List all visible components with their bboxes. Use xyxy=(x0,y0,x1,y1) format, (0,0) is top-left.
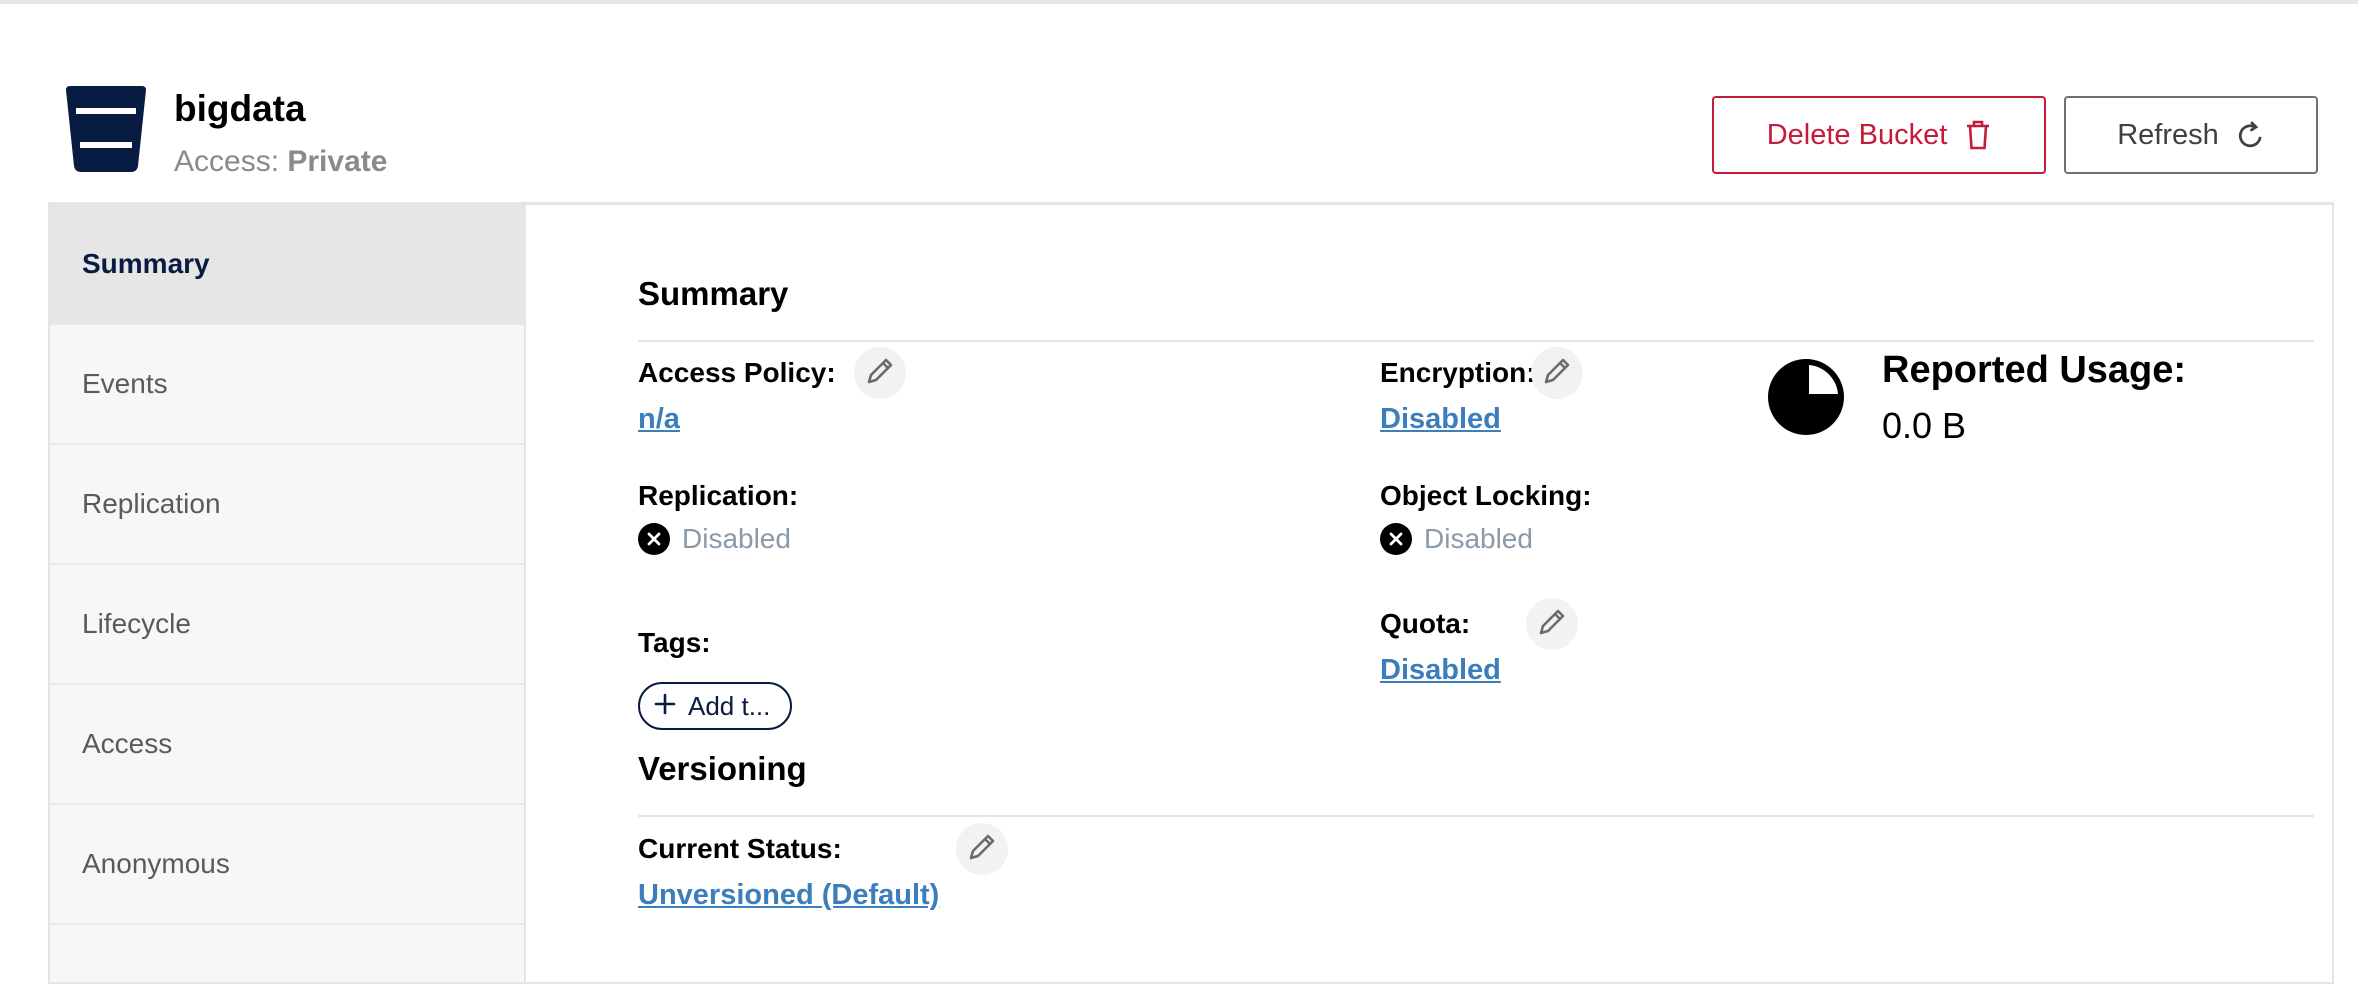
object-locking-label: Object Locking: xyxy=(1380,480,1592,511)
summary-section-title: Summary xyxy=(638,275,789,312)
sidebar-item-summary[interactable]: Summary xyxy=(50,205,524,325)
sidebar-item-label: Replication xyxy=(82,488,221,519)
sidebar-item-replication[interactable]: Replication xyxy=(50,445,524,565)
summary-divider xyxy=(638,340,2314,342)
object-locking-status: Disabled xyxy=(1380,523,1533,555)
x-circle-icon xyxy=(638,523,670,555)
sidebar-item-label: Lifecycle xyxy=(82,608,191,639)
sidebar-item-label: Anonymous xyxy=(82,848,230,879)
refresh-label: Refresh xyxy=(2117,118,2219,151)
delete-bucket-button[interactable]: Delete Bucket xyxy=(1712,96,2046,174)
encryption-label: Encryption: xyxy=(1380,357,1536,388)
bucket-icon xyxy=(62,86,150,172)
access-policy-label: Access Policy: xyxy=(638,357,836,388)
bucket-access-level: Access: Private xyxy=(174,145,387,179)
sidebar-item-label: Events xyxy=(82,368,168,399)
sidebar-item-anonymous[interactable]: Anonymous xyxy=(50,805,524,925)
access-policy-link[interactable]: n/a xyxy=(638,403,680,436)
quota-label: Quota: xyxy=(1380,608,1471,639)
pencil-icon xyxy=(967,832,997,867)
refresh-button[interactable]: Refresh xyxy=(2064,96,2318,174)
versioning-divider xyxy=(638,815,2314,817)
quota-link[interactable]: Disabled xyxy=(1380,654,1501,687)
edit-access-policy-button[interactable] xyxy=(854,347,906,399)
encryption-link[interactable]: Disabled xyxy=(1380,403,1501,436)
replication-status: Disabled xyxy=(638,523,791,555)
pencil-icon xyxy=(1542,356,1572,391)
refresh-icon xyxy=(2237,120,2265,150)
bucket-sidebar: Summary Events Replication Lifecycle Acc… xyxy=(50,205,526,982)
delete-bucket-label: Delete Bucket xyxy=(1766,118,1948,151)
versioning-section-title: Versioning xyxy=(638,750,807,787)
add-tag-label: Add t... xyxy=(688,690,771,721)
plus-icon xyxy=(654,691,676,722)
trash-icon xyxy=(1965,120,1991,150)
sidebar-item-lifecycle[interactable]: Lifecycle xyxy=(50,565,524,685)
pencil-icon xyxy=(1537,607,1567,642)
pencil-icon xyxy=(865,356,895,391)
access-prefix: Access: xyxy=(174,145,288,178)
top-divider xyxy=(0,0,2358,4)
access-value: Private xyxy=(287,145,388,178)
edit-versioning-button[interactable] xyxy=(956,823,1008,875)
current-status-label: Current Status: xyxy=(638,833,842,864)
edit-quota-button[interactable] xyxy=(1526,598,1578,650)
reported-usage-value: 0.0 B xyxy=(1882,405,1967,446)
x-circle-icon xyxy=(1380,523,1412,555)
reported-usage-title: Reported Usage: xyxy=(1882,349,2187,391)
replication-label: Replication: xyxy=(638,480,799,511)
summary-content: Summary Access Policy: n/a Encryption: D… xyxy=(528,205,2332,982)
sidebar-item-access[interactable]: Access xyxy=(50,685,524,805)
bucket-details-panel: Summary Events Replication Lifecycle Acc… xyxy=(48,202,2334,984)
current-status-link[interactable]: Unversioned (Default) xyxy=(638,879,939,912)
sidebar-item-label: Access xyxy=(82,728,173,759)
pie-chart-icon xyxy=(1768,359,1844,440)
object-locking-value: Disabled xyxy=(1424,523,1533,554)
edit-encryption-button[interactable] xyxy=(1531,347,1583,399)
tags-label: Tags: xyxy=(638,627,711,658)
sidebar-item-label: Summary xyxy=(82,248,210,279)
bucket-name: bigdata xyxy=(174,88,306,129)
replication-value: Disabled xyxy=(682,523,791,554)
add-tag-button[interactable]: Add t... xyxy=(638,682,793,730)
sidebar-item-events[interactable]: Events xyxy=(50,325,524,445)
